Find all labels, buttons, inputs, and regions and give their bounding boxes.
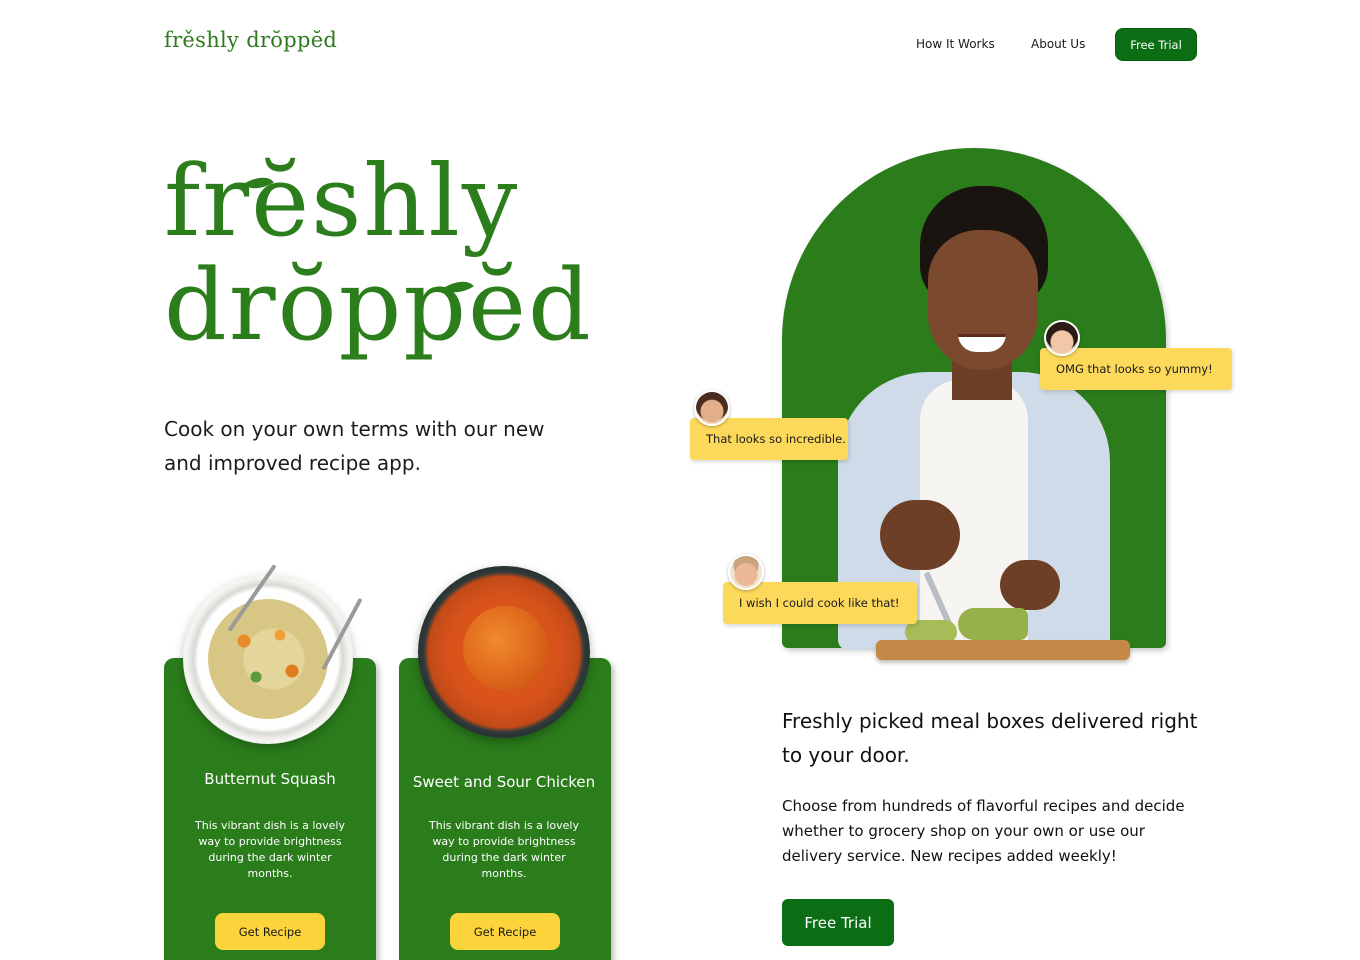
recipe-description: This vibrant dish is a lovely way to pro… bbox=[429, 819, 579, 880]
hero-title: frĕshly drŏppĕd bbox=[164, 150, 593, 358]
avatar-face-image bbox=[696, 392, 728, 424]
person-right-hand bbox=[1000, 560, 1060, 610]
user-avatar bbox=[694, 390, 730, 426]
avatar-face-image bbox=[730, 556, 762, 588]
feature-description: Choose from hundreds of flavorful recipe… bbox=[782, 797, 1185, 865]
hero-tagline: Cook on your own terms with our new and … bbox=[164, 417, 545, 475]
top-nav: How It Works About Us Free Trial bbox=[0, 28, 1360, 62]
chicken-food-image bbox=[463, 606, 548, 691]
avatar-face-image bbox=[1046, 322, 1078, 354]
recipe-title: Butternut Squash bbox=[204, 770, 336, 788]
sweet-and-sour-chicken-dish-image bbox=[418, 566, 590, 738]
nav-about-us-link[interactable]: About Us bbox=[1031, 37, 1085, 51]
feature-heading: Freshly picked meal boxes delivered righ… bbox=[782, 709, 1198, 767]
chat-bubble-text: That looks so incredible. I'm bbox=[706, 432, 848, 446]
recipe-description: This vibrant dish is a lovely way to pro… bbox=[195, 819, 345, 880]
chat-bubble-text: I wish I could cook like that! bbox=[739, 596, 900, 610]
hero-title-line-2: drŏppĕd bbox=[164, 249, 593, 363]
user-avatar bbox=[1044, 320, 1080, 356]
user-avatar bbox=[728, 554, 764, 590]
pasta-food-image bbox=[208, 599, 328, 719]
nav-how-it-works-link[interactable]: How It Works bbox=[916, 37, 995, 51]
get-recipe-button[interactable]: Get Recipe bbox=[450, 913, 560, 950]
recipe-title: Sweet and Sour Chicken bbox=[412, 773, 596, 791]
get-recipe-button[interactable]: Get Recipe bbox=[215, 913, 325, 950]
nav-free-trial-button[interactable]: Free Trial bbox=[1115, 28, 1197, 61]
vegetable-image bbox=[958, 608, 1028, 640]
chat-bubble-text: OMG that looks so yummy! bbox=[1056, 362, 1213, 376]
person-left-hand bbox=[880, 500, 960, 570]
hero-title-line-1: frĕshly bbox=[164, 145, 520, 259]
free-trial-button[interactable]: Free Trial bbox=[782, 899, 894, 946]
cutting-board-image bbox=[876, 640, 1130, 660]
